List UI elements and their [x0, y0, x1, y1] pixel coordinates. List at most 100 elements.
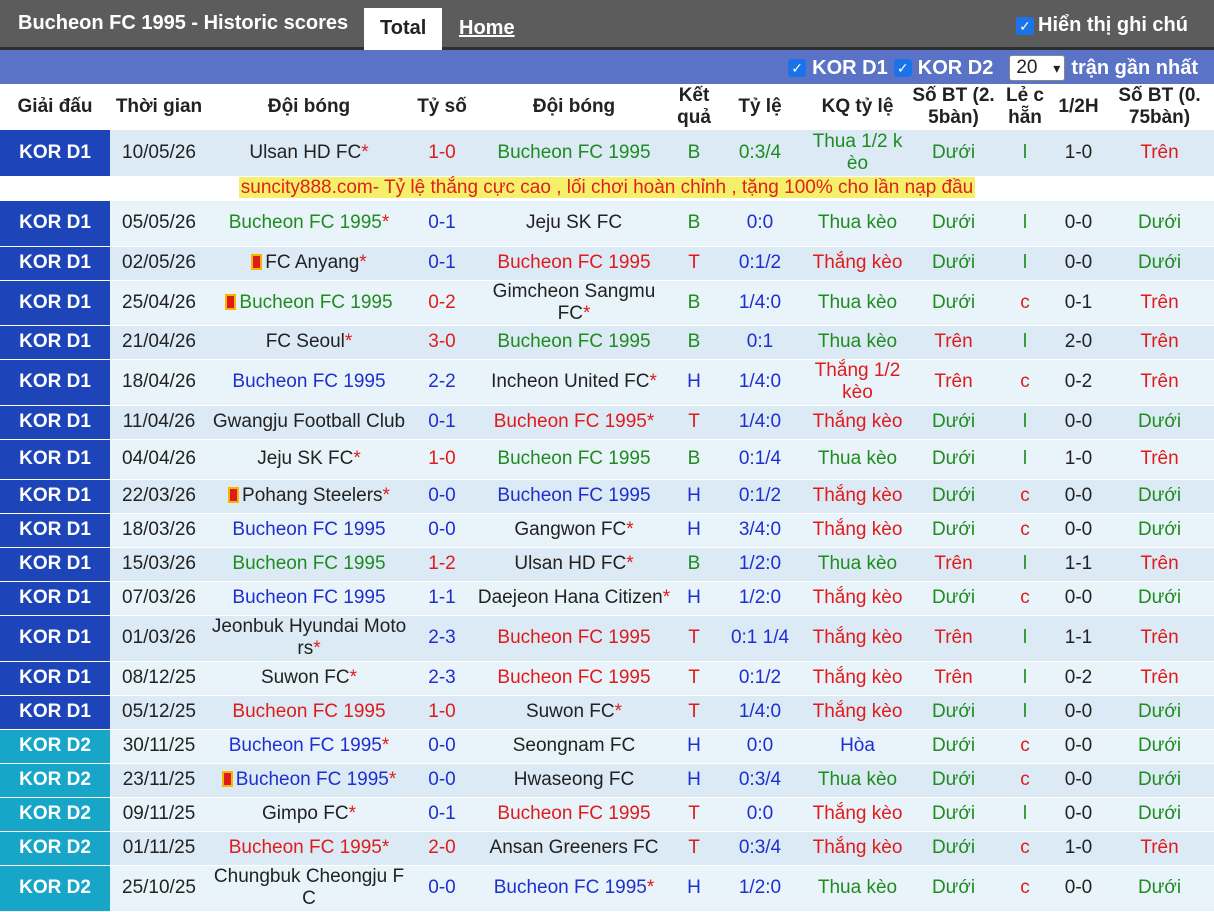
home-team-cell[interactable]: Ulsan HD FC*: [208, 130, 410, 177]
away-team-cell[interactable]: Jeju SK FC: [474, 200, 674, 247]
table-row[interactable]: KOR D1 25/04/26 Bucheon FC 1995 0-2 Gimcheon…: [0, 280, 1214, 326]
home-team-name[interactable]: Gimpo FC: [262, 803, 349, 824]
home-team-name[interactable]: FC Seoul: [266, 331, 345, 352]
home-team-cell[interactable]: Gwangju Football Club: [208, 405, 410, 440]
home-team-name[interactable]: FC Anyang: [265, 252, 359, 273]
table-row[interactable]: KOR D1 18/03/26 Bucheon FC 1995 0-0 Gangwon …: [0, 513, 1214, 548]
league-2-checkbox[interactable]: ✓: [893, 59, 912, 77]
away-team-cell[interactable]: Ulsan HD FC*: [474, 547, 674, 582]
home-team-cell[interactable]: Bucheon FC 1995: [208, 695, 410, 730]
away-team-name[interactable]: Bucheon FC 1995: [497, 142, 650, 163]
table-row[interactable]: KOR D1 15/03/26 Bucheon FC 1995 1-2 Ulsan HD…: [0, 547, 1214, 582]
checkbox-icon[interactable]: ✓: [1016, 16, 1034, 35]
home-team-name[interactable]: Bucheon FC 1995: [232, 587, 385, 608]
away-team-name[interactable]: Ulsan HD FC: [514, 553, 626, 574]
home-team-name[interactable]: Bucheon FC 1995: [229, 212, 382, 233]
home-team-name[interactable]: Suwon FC: [261, 667, 350, 688]
away-team-cell[interactable]: Bucheon FC 1995: [474, 661, 674, 696]
table-row[interactable]: KOR D1 01/03/26 Jeonbuk Hyundai Moto rs* 2-…: [0, 615, 1214, 662]
ad-row[interactable]: suncity888.com- Tỷ lệ thắng cực cao , lố…: [0, 176, 1214, 201]
table-row[interactable]: KOR D1 18/04/26 Bucheon FC 1995 2-2 Incheon …: [0, 359, 1214, 406]
away-team-name[interactable]: Seongnam FC: [513, 735, 636, 756]
table-row[interactable]: KOR D2 09/11/25 Gimpo FC* 0-1 Bucheon FC 199…: [0, 797, 1214, 832]
away-team-cell[interactable]: Bucheon FC 1995: [474, 439, 674, 480]
home-team-name[interactable]: Bucheon FC 1995: [236, 769, 389, 790]
away-team-name[interactable]: Gangwon FC: [514, 519, 626, 540]
away-team-cell[interactable]: Gangwon FC*: [474, 513, 674, 548]
away-team-name[interactable]: Bucheon FC 1995: [497, 627, 650, 648]
away-team-cell[interactable]: Bucheon FC 1995: [474, 130, 674, 177]
away-team-name[interactable]: Suwon FC: [526, 701, 615, 722]
table-row[interactable]: KOR D1 05/12/25 Bucheon FC 1995 1-0 Suwon FC…: [0, 695, 1214, 730]
table-row[interactable]: KOR D1 05/05/26 Bucheon FC 1995* 0-1 Jeju SK…: [0, 200, 1214, 247]
home-team-cell[interactable]: FC Seoul*: [208, 325, 410, 360]
away-team-name[interactable]: Bucheon FC 1995: [494, 877, 647, 898]
tab-total[interactable]: Total: [364, 8, 443, 50]
home-team-cell[interactable]: Jeju SK FC*: [208, 439, 410, 480]
home-team-cell[interactable]: Bucheon FC 1995: [208, 513, 410, 548]
away-team-cell[interactable]: Daejeon Hana Citizen*: [474, 581, 674, 616]
away-team-name[interactable]: Bucheon FC 1995: [494, 411, 647, 432]
table-row[interactable]: KOR D1 10/05/26 Ulsan HD FC* 1-0 Bucheon FC …: [0, 130, 1214, 177]
away-team-cell[interactable]: Bucheon FC 1995: [474, 325, 674, 360]
table-row[interactable]: KOR D2 25/10/25 Chungbuk Cheongju F C 0-0 Bu…: [0, 865, 1214, 912]
away-team-cell[interactable]: Bucheon FC 1995: [474, 479, 674, 514]
home-team-name[interactable]: Bucheon FC 1995: [239, 292, 392, 313]
home-team-name[interactable]: Bucheon FC 1995: [232, 519, 385, 540]
away-team-cell[interactable]: Ansan Greeners FC: [474, 831, 674, 866]
table-row[interactable]: KOR D2 01/11/25 Bucheon FC 1995* 2-0 Ansan G…: [0, 831, 1214, 866]
home-team-name[interactable]: Ulsan HD FC: [249, 142, 361, 163]
home-team-name[interactable]: Pohang Steelers: [242, 485, 383, 506]
home-team-cell[interactable]: Pohang Steelers*: [208, 479, 410, 514]
home-team-cell[interactable]: Bucheon FC 1995*: [208, 763, 410, 798]
away-team-cell[interactable]: Hwaseong FC: [474, 763, 674, 798]
match-count-select[interactable]: 20 ▾: [1009, 55, 1066, 81]
away-team-name[interactable]: Bucheon FC 1995: [497, 331, 650, 352]
home-team-name[interactable]: Bucheon FC 1995: [229, 735, 382, 756]
away-team-name[interactable]: Ansan Greeners FC: [490, 837, 659, 858]
home-team-cell[interactable]: Bucheon FC 1995*: [208, 200, 410, 247]
home-team-cell[interactable]: Suwon FC*: [208, 661, 410, 696]
home-team-cell[interactable]: Jeonbuk Hyundai Moto rs*: [208, 615, 410, 662]
home-team-cell[interactable]: Bucheon FC 1995: [208, 547, 410, 582]
away-team-cell[interactable]: Bucheon FC 1995*: [474, 865, 674, 912]
away-team-name[interactable]: Hwaseong FC: [514, 769, 634, 790]
home-team-name[interactable]: Jeju SK FC: [257, 448, 353, 469]
home-team-name[interactable]: Bucheon FC 1995: [232, 371, 385, 392]
away-team-cell[interactable]: Bucheon FC 1995: [474, 797, 674, 832]
home-team-cell[interactable]: Bucheon FC 1995*: [208, 729, 410, 764]
away-team-name[interactable]: Bucheon FC 1995: [497, 448, 650, 469]
table-row[interactable]: KOR D2 23/11/25 Bucheon FC 1995* 0-0 Hwaseon…: [0, 763, 1214, 798]
away-team-cell[interactable]: Gimcheon Sangmu FC*: [474, 280, 674, 326]
away-team-name[interactable]: Incheon United FC: [491, 371, 649, 392]
home-team-name[interactable]: Bucheon FC 1995: [232, 553, 385, 574]
home-team-cell[interactable]: Bucheon FC 1995*: [208, 831, 410, 866]
home-team-name[interactable]: Bucheon FC 1995: [232, 701, 385, 722]
table-row[interactable]: KOR D2 30/11/25 Bucheon FC 1995* 0-0 Seongna…: [0, 729, 1214, 764]
table-row[interactable]: KOR D1 08/12/25 Suwon FC* 2-3 Bucheon FC 199…: [0, 661, 1214, 696]
table-row[interactable]: KOR D1 04/04/26 Jeju SK FC* 1-0 Bucheon FC 1…: [0, 439, 1214, 480]
away-team-name[interactable]: Bucheon FC 1995: [497, 803, 650, 824]
away-team-cell[interactable]: Bucheon FC 1995: [474, 246, 674, 281]
table-row[interactable]: KOR D1 11/04/26 Gwangju Football Club 0-1 Bu…: [0, 405, 1214, 440]
table-row[interactable]: KOR D1 07/03/26 Bucheon FC 1995 1-1 Daejeon …: [0, 581, 1214, 616]
ad-cell[interactable]: suncity888.com- Tỷ lệ thắng cực cao , lố…: [0, 176, 1214, 201]
home-team-name[interactable]: Gwangju Football Club: [213, 411, 405, 432]
away-team-cell[interactable]: Suwon FC*: [474, 695, 674, 730]
show-notes-toggle[interactable]: ✓ Hiển thị ghi chú: [1016, 14, 1188, 37]
home-team-cell[interactable]: FC Anyang*: [208, 246, 410, 281]
away-team-name[interactable]: Bucheon FC 1995: [497, 485, 650, 506]
table-row[interactable]: KOR D1 21/04/26 FC Seoul* 3-0 Bucheon FC 199…: [0, 325, 1214, 360]
home-team-cell[interactable]: Gimpo FC*: [208, 797, 410, 832]
home-team-cell[interactable]: Bucheon FC 1995: [208, 280, 410, 326]
ad-link[interactable]: suncity888.com- Tỷ lệ thắng cực cao , lố…: [238, 177, 976, 198]
table-row[interactable]: KOR D1 22/03/26 Pohang Steelers* 0-0 Bucheon…: [0, 479, 1214, 514]
away-team-cell[interactable]: Bucheon FC 1995: [474, 615, 674, 662]
away-team-name[interactable]: Jeju SK FC: [526, 212, 622, 233]
away-team-cell[interactable]: Incheon United FC*: [474, 359, 674, 406]
away-team-cell[interactable]: Seongnam FC: [474, 729, 674, 764]
away-team-name[interactable]: Bucheon FC 1995: [497, 252, 650, 273]
tab-home[interactable]: Home: [443, 8, 531, 50]
league-1-checkbox[interactable]: ✓: [788, 59, 807, 77]
home-team-name[interactable]: Jeonbuk Hyundai Moto rs: [212, 616, 406, 659]
